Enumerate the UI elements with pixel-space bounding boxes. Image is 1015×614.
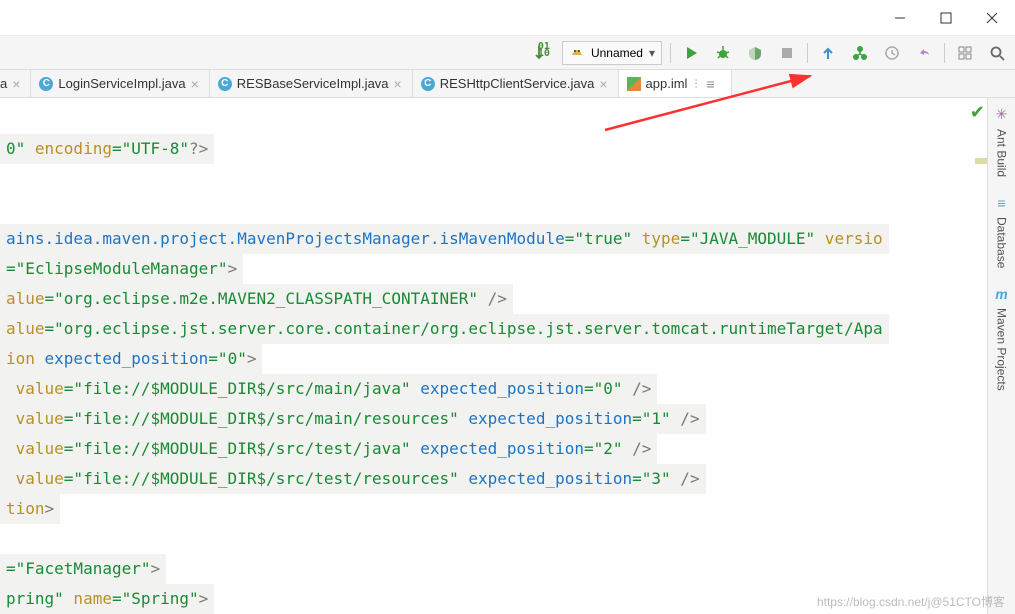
vcs-history-button[interactable] [880, 41, 904, 65]
tab-label: app.iml [646, 76, 688, 91]
close-icon[interactable]: × [394, 76, 402, 92]
debug-button[interactable] [711, 41, 735, 65]
run-button[interactable] [679, 41, 703, 65]
close-icon[interactable]: × [12, 76, 20, 92]
tab-app-iml[interactable]: app.iml … ≡ [619, 70, 732, 97]
tab-res-http-client[interactable]: C RESHttpClientService.java × [413, 70, 619, 97]
undo-button[interactable] [912, 41, 936, 65]
tab-label: RESBaseServiceImpl.java [237, 76, 389, 91]
ant-label: Ant Build [995, 129, 1009, 177]
class-icon: C [39, 77, 53, 91]
build-icon[interactable]: 0110 [530, 41, 554, 65]
close-icon[interactable]: × [599, 76, 607, 92]
close-icon[interactable]: × [191, 76, 199, 92]
ant-icon: ✳ [996, 106, 1008, 123]
run-config-name: Unnamed [591, 46, 643, 60]
close-window-button[interactable] [969, 0, 1015, 36]
coverage-button[interactable] [743, 41, 767, 65]
toolbar-divider-3 [944, 43, 945, 63]
vcs-update-button[interactable] [816, 41, 840, 65]
title-bar [0, 0, 1015, 36]
maven-label: Maven Projects [995, 308, 1009, 391]
toolbar-divider-2 [807, 43, 808, 63]
scroll-marker [975, 158, 987, 164]
code-editor[interactable]: 0" encoding="UTF-8"?> ains.idea.maven.pr… [0, 98, 973, 614]
chevron-down-icon: ▾ [649, 46, 655, 60]
main-toolbar: 0110 Unnamed ▾ [0, 36, 1015, 70]
watermark: https://blog.csdn.net/j@51CTO博客 [817, 593, 1005, 610]
iml-icon [627, 77, 641, 91]
right-tool-rail: ✳ Ant Build ≡ Database m Maven Projects [987, 98, 1015, 614]
ant-build-tool[interactable]: ✳ Ant Build [995, 106, 1009, 177]
maven-projects-tool[interactable]: m Maven Projects [995, 286, 1009, 391]
db-label: Database [995, 217, 1009, 268]
class-icon: C [218, 77, 232, 91]
maven-icon: m [995, 286, 1007, 302]
editor-tabs: a × C LoginServiceImpl.java × C RESBaseS… [0, 70, 1015, 98]
tab-menu-icon[interactable]: ≡ [706, 76, 714, 92]
minimize-button[interactable] [877, 0, 923, 36]
inspection-ok-icon[interactable]: ✔ [970, 102, 985, 123]
toolbar-divider [670, 43, 671, 63]
database-tool[interactable]: ≡ Database [995, 195, 1009, 268]
database-icon: ≡ [997, 195, 1005, 211]
search-everywhere-button[interactable] [985, 41, 1009, 65]
run-config-selector[interactable]: Unnamed ▾ [562, 41, 662, 65]
class-icon: C [421, 77, 435, 91]
stop-button[interactable] [775, 41, 799, 65]
tomcat-icon [569, 43, 585, 62]
project-structure-button[interactable] [953, 41, 977, 65]
maximize-button[interactable] [923, 0, 969, 36]
tab-label: a [0, 76, 7, 91]
tab-login-service[interactable]: C LoginServiceImpl.java × [31, 70, 209, 97]
tab-label: RESHttpClientService.java [440, 76, 595, 91]
tab-overflow-icon[interactable]: … [692, 78, 704, 89]
tab-partial[interactable]: a × [0, 70, 31, 97]
tab-res-base-service[interactable]: C RESBaseServiceImpl.java × [210, 70, 413, 97]
vcs-commit-button[interactable] [848, 41, 872, 65]
tab-label: LoginServiceImpl.java [58, 76, 185, 91]
